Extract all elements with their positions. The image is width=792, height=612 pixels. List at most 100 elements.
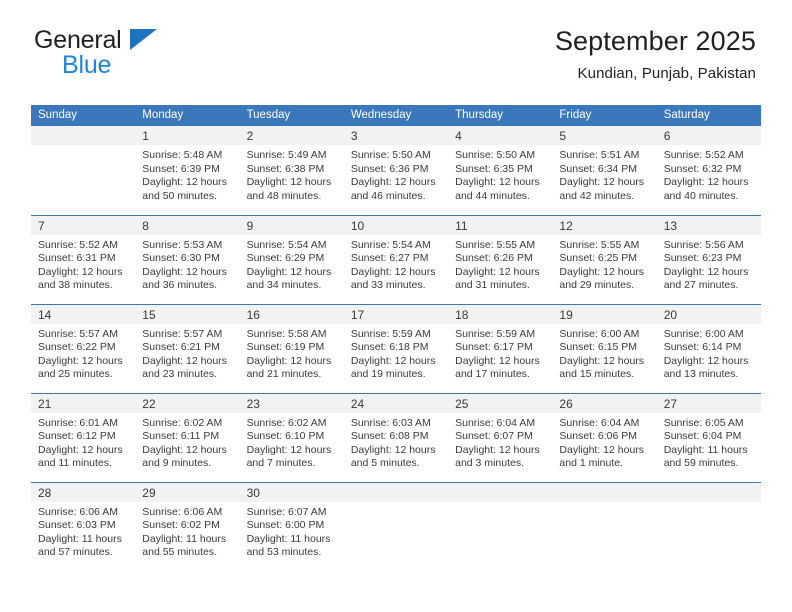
calendar-day-cell[interactable]: 4 Sunrise: 5:50 AM Sunset: 6:35 PM Daylight… [448,126,553,215]
calendar-day-cell[interactable]: 22 Sunrise: 6:02 AM Sunset: 6:11 PM Dayligh… [135,392,240,482]
calendar-day-cell[interactable]: 27 Sunrise: 6:05 AM Sunset: 6:04 PM Dayligh… [656,392,761,482]
sunset-text: Sunset: 6:10 PM [246,430,325,443]
sunrise-text: Sunrise: 6:07 AM [246,505,327,518]
calendar-day-cell[interactable]: 12 Sunrise: 5:55 AM Sunset: 6:25 PM Dayligh… [552,214,657,304]
sunrise-text: Sunrise: 5:57 AM [38,327,118,340]
sunset-text: Sunset: 6:30 PM [142,252,220,265]
calendar-week-row: 28 Sunrise: 6:06 AM Sunset: 6:03 PM Dayligh… [31,481,761,571]
weekday-header-monday: Monday [135,105,240,126]
calendar-day-cell[interactable]: 16 Sunrise: 5:58 AM Sunset: 6:19 PM Dayligh… [239,303,344,393]
sunrise-text: Sunrise: 5:51 AM [559,149,640,161]
weekday-header-wednesday: Wednesday [343,105,449,126]
calendar-day-cell[interactable]: 9 Sunrise: 5:54 AM Sunset: 6:29 PM Daylight… [239,214,344,304]
day-number: 19 [552,304,657,324]
sunrise-text: Sunrise: 5:50 AM [350,149,431,161]
calendar-day-cell[interactable]: 23 Sunrise: 6:02 AM Sunset: 6:10 PM Dayligh… [239,392,344,482]
day-number: 29 [135,482,240,502]
calendar-day-cell[interactable]: 14 Sunrise: 5:57 AM Sunset: 6:22 PM Dayligh… [31,303,136,393]
calendar-day-cell[interactable]: 5 Sunrise: 5:51 AM Sunset: 6:34 PM Daylight… [552,126,657,215]
calendar-day-cell[interactable]: 8 Sunrise: 5:53 AM Sunset: 6:30 PM Daylight… [135,214,240,304]
calendar-day-cell[interactable]: 30 Sunrise: 6:07 AM Sunset: 6:00 PM Dayligh… [239,481,344,571]
sunset-text: Sunset: 6:35 PM [455,162,533,175]
weekday-header-sunday: Sunday [31,105,136,126]
day-number [343,482,449,502]
calendar-day-cell[interactable]: 3 Sunrise: 5:50 AM Sunset: 6:36 PM Daylight… [343,126,449,215]
sunset-text: Sunset: 6:19 PM [246,341,325,354]
sunrise-text: Sunrise: 5:48 AM [142,149,223,161]
sunrise-text: Sunrise: 5:54 AM [246,238,327,251]
weekday-header-saturday: Saturday [656,105,761,126]
daylight-text-line1: Daylight: 11 hours [142,532,227,545]
daylight-text-line2: and 15 minutes. [559,368,635,381]
calendar-day-cell[interactable]: 21 Sunrise: 6:01 AM Sunset: 6:12 PM Dayligh… [31,392,136,482]
daylight-text-line2: and 11 minutes. [38,457,112,470]
calendar-day-cell[interactable]: 24 Sunrise: 6:03 AM Sunset: 6:08 PM Dayligh… [343,392,449,482]
day-details: Sunrise: 6:06 AM Sunset: 6:02 PM Daylight:… [135,502,239,560]
calendar-day-cell[interactable]: 7 Sunrise: 5:52 AM Sunset: 6:31 PM Daylight… [31,214,136,304]
calendar-day-cell[interactable]: 19 Sunrise: 6:00 AM Sunset: 6:15 PM Dayligh… [552,303,657,393]
calendar-day-cell[interactable]: 17 Sunrise: 5:59 AM Sunset: 6:18 PM Dayligh… [343,303,449,393]
sunset-text: Sunset: 6:02 PM [142,519,220,532]
calendar-day-cell[interactable]: 2 Sunrise: 5:49 AM Sunset: 6:38 PM Daylight… [239,126,344,215]
sunset-text: Sunset: 6:12 PM [38,430,116,443]
daylight-text-line2: and 42 minutes. [559,189,635,202]
calendar-day-cell[interactable]: 13 Sunrise: 5:56 AM Sunset: 6:23 PM Dayligh… [656,214,761,304]
daylight-text-line2: and 48 minutes. [246,189,322,202]
calendar-day-cell[interactable]: 20 Sunrise: 6:00 AM Sunset: 6:14 PM Dayligh… [656,303,761,393]
day-details: Sunrise: 5:50 AM Sunset: 6:35 PM Daylight:… [448,145,552,203]
sunrise-text: Sunrise: 6:06 AM [142,505,223,518]
masthead: General Blue September 2025 Kundian, Pun… [0,0,792,82]
calendar-day-cell[interactable]: 11 Sunrise: 5:55 AM Sunset: 6:26 PM Dayligh… [448,214,553,304]
day-number: 24 [343,393,449,413]
sunrise-text: Sunrise: 5:59 AM [455,327,536,340]
daylight-text-line2: and 13 minutes. [663,368,739,381]
daylight-text-line2: and 21 minutes. [246,368,322,381]
calendar-day-cell-empty [656,481,761,571]
day-number: 11 [448,215,553,235]
daylight-text-line1: Daylight: 12 hours [38,354,123,367]
sunrise-text: Sunrise: 6:04 AM [559,416,640,429]
calendar-day-cell[interactable]: 18 Sunrise: 5:59 AM Sunset: 6:17 PM Dayligh… [448,303,553,393]
sunrise-text: Sunrise: 6:02 AM [142,416,223,429]
calendar-day-cell-empty [343,481,449,571]
sunset-text: Sunset: 6:34 PM [559,162,638,175]
day-details: Sunrise: 6:02 AM Sunset: 6:11 PM Daylight:… [135,413,239,471]
day-number: 23 [239,393,344,413]
calendar-day-cell[interactable]: 28 Sunrise: 6:06 AM Sunset: 6:03 PM Dayligh… [31,481,136,571]
daylight-text-line1: Daylight: 12 hours [350,265,436,278]
daylight-text-line2: and 31 minutes. [455,279,530,292]
calendar-day-cell[interactable]: 29 Sunrise: 6:06 AM Sunset: 6:02 PM Dayligh… [135,481,240,571]
sunset-text: Sunset: 6:14 PM [663,341,742,354]
daylight-text-line2: and 34 minutes. [246,279,322,292]
calendar-day-cell[interactable]: 26 Sunrise: 6:04 AM Sunset: 6:06 PM Dayligh… [552,392,657,482]
sunset-text: Sunset: 6:06 PM [559,430,638,443]
day-number: 21 [31,393,136,413]
calendar-day-cell[interactable]: 25 Sunrise: 6:04 AM Sunset: 6:07 PM Dayligh… [448,392,553,482]
sunset-text: Sunset: 6:36 PM [350,162,429,175]
daylight-text-line2: and 5 minutes. [350,457,420,470]
calendar-day-cell[interactable]: 15 Sunrise: 5:57 AM Sunset: 6:21 PM Dayligh… [135,303,240,393]
day-details: Sunrise: 5:56 AM Sunset: 6:23 PM Daylight:… [657,235,761,293]
sunset-text: Sunset: 6:04 PM [663,430,742,443]
daylight-text-line1: Daylight: 12 hours [455,354,540,367]
sunset-text: Sunset: 6:17 PM [455,341,533,354]
day-details: Sunrise: 6:01 AM Sunset: 6:12 PM Daylight:… [31,413,135,471]
day-number [31,126,136,145]
calendar-day-cell[interactable]: 6 Sunrise: 5:52 AM Sunset: 6:32 PM Daylight… [656,126,761,215]
daylight-text-line2: and 1 minute. [559,457,624,470]
logo-triangle-icon [130,29,157,50]
sunrise-text: Sunrise: 6:03 AM [350,416,431,429]
daylight-text-line2: and 40 minutes. [663,189,739,202]
daylight-text-line1: Daylight: 12 hours [559,354,645,367]
daylight-text-line2: and 19 minutes. [350,368,426,381]
daylight-text-line1: Daylight: 12 hours [455,265,540,278]
daylight-text-line1: Daylight: 12 hours [663,354,749,367]
day-details: Sunrise: 6:04 AM Sunset: 6:06 PM Daylight:… [552,413,656,471]
daylight-text-line2: and 3 minutes. [455,457,525,470]
day-number: 2 [239,126,344,145]
calendar-day-cell[interactable]: 10 Sunrise: 5:54 AM Sunset: 6:27 PM Dayligh… [343,214,449,304]
calendar-day-cell[interactable]: 1 Sunrise: 5:48 AM Sunset: 6:39 PM Daylight… [135,126,240,215]
day-details: Sunrise: 5:59 AM Sunset: 6:17 PM Daylight:… [448,324,552,382]
calendar-page: General Blue September 2025 Kundian, Pun… [0,0,792,612]
daylight-text-line1: Daylight: 12 hours [142,354,227,367]
